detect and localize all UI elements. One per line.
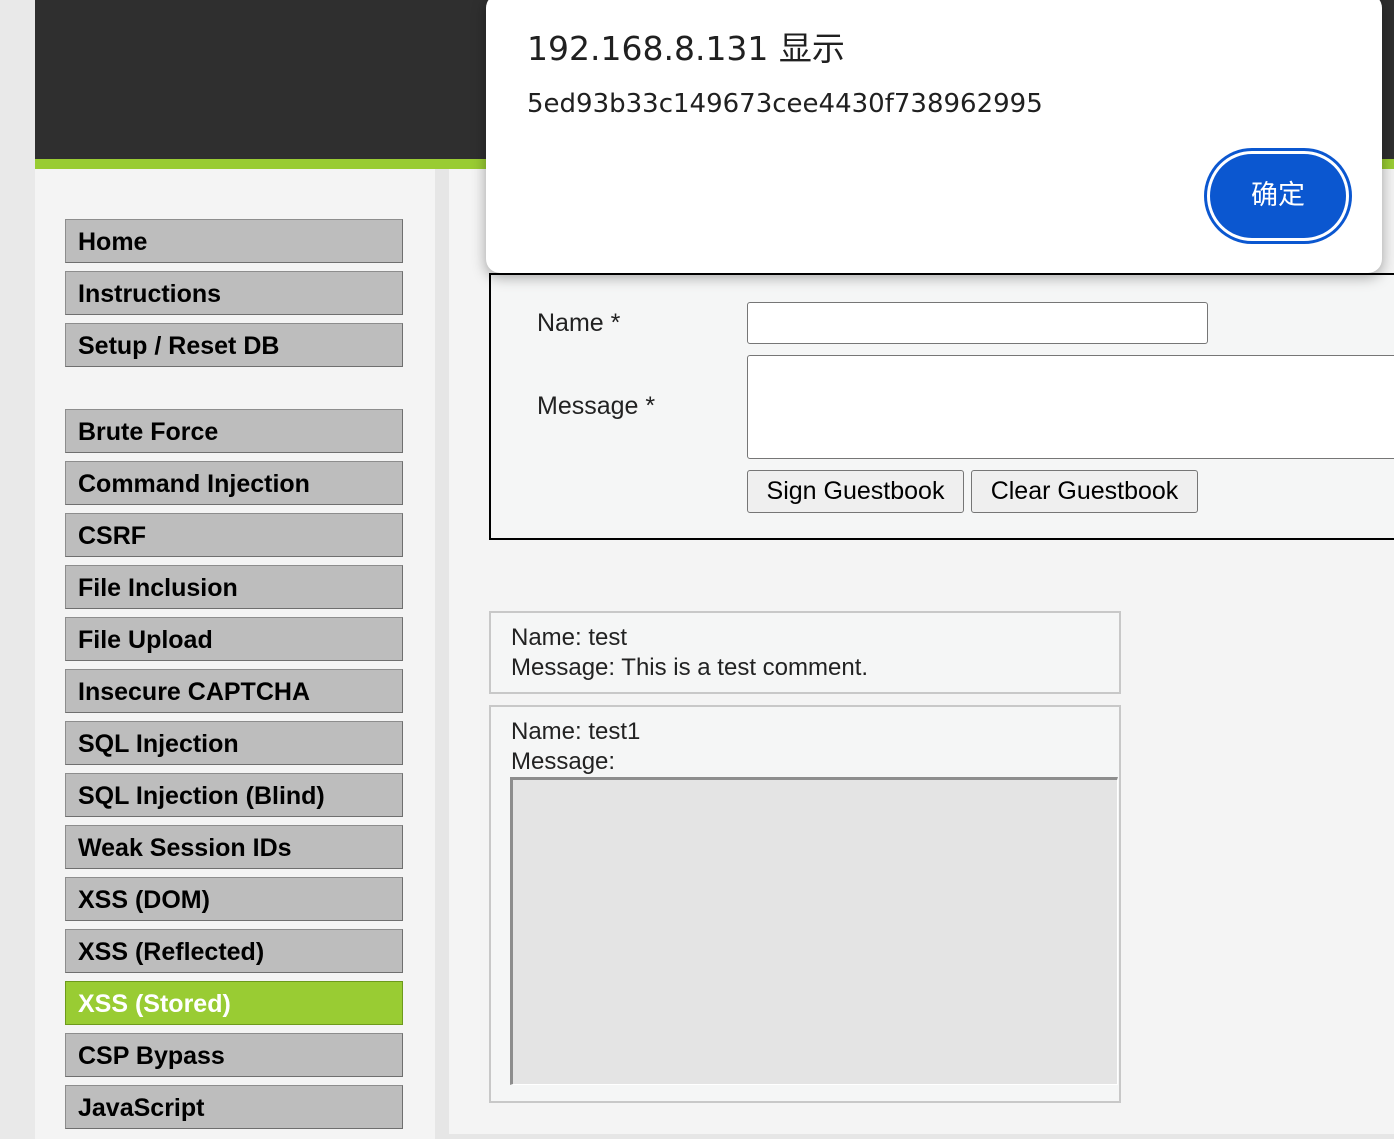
menu-item-xss-reflected[interactable]: XSS (Reflected) <box>65 929 403 973</box>
menu-item-xss-dom[interactable]: XSS (DOM) <box>65 877 403 921</box>
injected-iframe[interactable] <box>510 777 1118 1085</box>
message-input[interactable] <box>747 355 1394 459</box>
menu-item-home[interactable]: Home <box>65 219 403 263</box>
menu-item-command-injection[interactable]: Command Injection <box>65 461 403 505</box>
menu-item-csp-bypass[interactable]: CSP Bypass <box>65 1033 403 1077</box>
menu-item-sql-injection[interactable]: SQL Injection <box>65 721 403 765</box>
menu-item-setup[interactable]: Setup / Reset DB <box>65 323 403 367</box>
menu-item-file-upload[interactable]: File Upload <box>65 617 403 661</box>
guestbook-entry: Name: test Message: This is a test comme… <box>489 611 1121 694</box>
alert-dialog: 192.168.8.131 显示 5ed93b33c149673cee4430f… <box>486 0 1382 273</box>
dialog-title: 192.168.8.131 显示 <box>527 29 845 68</box>
dialog-ok-button[interactable]: 确定 <box>1207 151 1349 241</box>
menu-item-file-inclusion[interactable]: File Inclusion <box>65 565 403 609</box>
menu-item-weak-session-ids[interactable]: Weak Session IDs <box>65 825 403 869</box>
menu-item-instructions[interactable]: Instructions <box>65 271 403 315</box>
entry-message: Message: <box>511 748 616 775</box>
menu-divider <box>435 169 449 1139</box>
name-input[interactable] <box>747 302 1208 344</box>
menu-item-brute-force[interactable]: Brute Force <box>65 409 403 453</box>
sign-guestbook-button[interactable]: Sign Guestbook <box>747 470 964 513</box>
main-bottom-border <box>449 1134 1394 1139</box>
menu-item-javascript[interactable]: JavaScript <box>65 1085 403 1129</box>
message-label: Message * <box>537 392 656 420</box>
entry-name: Name: test <box>511 624 628 651</box>
menu-item-xss-stored[interactable]: XSS (Stored) <box>65 981 403 1025</box>
page-container: Home Instructions Setup / Reset DB Brute… <box>35 0 1394 1139</box>
entry-name: Name: test1 <box>511 718 641 745</box>
menu-item-csrf[interactable]: CSRF <box>65 513 403 557</box>
menu-item-insecure-captcha[interactable]: Insecure CAPTCHA <box>65 669 403 713</box>
menu-item-sql-injection-blind[interactable]: SQL Injection (Blind) <box>65 773 403 817</box>
clear-guestbook-button[interactable]: Clear Guestbook <box>971 470 1198 513</box>
entry-message: Message: This is a test comment. <box>511 654 869 681</box>
name-label: Name * <box>537 309 621 337</box>
sidebar-menu: Home Instructions Setup / Reset DB Brute… <box>35 169 435 1139</box>
dialog-message: 5ed93b33c149673cee4430f738962995 <box>527 89 1043 119</box>
